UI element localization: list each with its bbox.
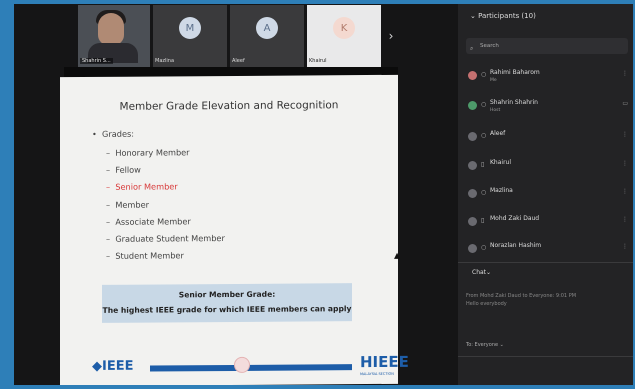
participant-row[interactable]: ○ Rahimi Baharom Me ⋮ (468, 67, 630, 87)
grade-item: – Member (106, 199, 149, 210)
status-icon: ○ (481, 189, 487, 196)
participant-name: Khairul (490, 159, 512, 166)
grade-item: – Student Member (106, 250, 184, 261)
thumbnail-khairul[interactable]: K Khairul (307, 5, 381, 67)
grade-item: – Graduate Student Member (106, 232, 225, 244)
participant-name: Shahrin Shahrin (490, 99, 538, 106)
more-icon[interactable]: ⋮ (622, 216, 628, 223)
status-icon: ○ (481, 71, 487, 78)
video-icon[interactable]: ▭ (622, 100, 628, 107)
grade-item: – Associate Member (106, 216, 191, 227)
thumbnail-name: Mazlina (155, 58, 175, 64)
person-face (98, 13, 124, 45)
thumbnail-aleef[interactable]: A Aleef (230, 5, 304, 67)
divider (458, 262, 633, 263)
grade-item: – Fellow (106, 164, 141, 176)
avatar (468, 217, 477, 226)
grades-list: • Grades: – Honorary Member – Fellow – S… (92, 128, 225, 265)
avatar: M (179, 17, 201, 39)
senior-member-callout: Senior Member Grade: The highest IEEE gr… (102, 283, 352, 323)
participant-row[interactable]: ▯ Mohd Zaki Daud ⋮ (468, 213, 630, 233)
participant-row[interactable]: ○ Mazlina ⋮ (468, 185, 630, 205)
ieee-malaysia-logo: HIEEE (360, 352, 409, 372)
ieee-malaysia-subtitle: MALAYSIA SECTION (360, 371, 394, 377)
phone-icon: ▯ (481, 161, 485, 168)
participants-title[interactable]: ⌄ Participants (10) (470, 12, 536, 20)
thumbnail-name: Shahrin S... (80, 58, 113, 64)
avatar (468, 244, 477, 253)
callout-title: Senior Member Grade: (178, 289, 276, 300)
shared-slide: Member Grade Elevation and Recognition •… (60, 74, 409, 385)
thumbnail-name: Khairul (309, 58, 327, 64)
avatar: A (256, 17, 278, 39)
more-icon[interactable]: ⋮ (622, 70, 628, 77)
chat-title[interactable]: Chat ⌄ (472, 269, 495, 276)
participant-row[interactable]: ○ Norazlan Hashim ⋮ (468, 240, 630, 260)
participants-panel: ⌄ Participants (10) ⌕ Search ○ Rahimi Ba… (458, 4, 633, 385)
footer-bar (150, 364, 352, 372)
chat-message: From Mohd Zaki Daud to Everyone: 9:01 PM… (466, 293, 577, 307)
thumbnail-mazlina[interactable]: M Mazlina (153, 5, 227, 67)
participant-row[interactable]: ○ Aleef ⋮ (468, 128, 630, 148)
chat-recipient-select[interactable]: To: Everyone ⌄ (466, 342, 626, 352)
callout-text: The highest IEEE grade for which IEEE me… (102, 304, 352, 315)
avatar (468, 132, 477, 141)
meeting-window: Shahrin S... M Mazlina A Aleef K Khairul… (14, 4, 633, 385)
chevron-right-icon[interactable]: › (384, 24, 398, 48)
search-input[interactable]: ⌕ Search (466, 38, 628, 54)
more-icon[interactable]: ⋮ (622, 131, 628, 138)
ieee-logo: ◆IEEE (92, 358, 134, 374)
participant-name: Mohd Zaki Daud (490, 215, 540, 222)
participant-name: Mazlina (490, 187, 513, 194)
avatar: K (333, 17, 355, 39)
status-icon: ○ (481, 101, 487, 108)
divider (458, 356, 633, 357)
avatar (468, 101, 477, 110)
grade-item: – Honorary Member (106, 147, 190, 158)
participant-role: Me (490, 78, 497, 83)
grade-item-highlighted: – Senior Member (106, 181, 178, 193)
participant-name: Aleef (490, 130, 506, 137)
mouse-cursor-icon: ▲ (394, 250, 401, 260)
video-thumbnail-shahrin[interactable]: Shahrin S... (78, 5, 150, 67)
more-icon[interactable]: ⋮ (622, 188, 628, 195)
participant-row[interactable]: ○ Shahrin Shahrin Host ▭ (468, 97, 630, 117)
avatar (468, 189, 477, 198)
participant-row[interactable]: ▯ Khairul ⋮ (468, 157, 630, 177)
thumbnail-strip: Shahrin S... M Mazlina A Aleef K Khairul (78, 5, 381, 67)
participant-role: Host (490, 108, 501, 113)
search-icon: ⌕ (470, 45, 474, 52)
avatar (468, 161, 477, 170)
participant-name: Rahimi Baharom (490, 69, 540, 76)
phone-icon: ▯ (481, 217, 485, 224)
avatar (468, 71, 477, 80)
thumbnail-name: Aleef (232, 58, 245, 64)
participant-name: Norazlan Hashim (490, 242, 542, 249)
grades-heading: • Grades: (92, 128, 135, 139)
slide-title: Member Grade Elevation and Recognition (119, 99, 339, 113)
status-icon: ○ (481, 244, 487, 251)
chat-input[interactable] (466, 360, 626, 374)
record-indicator[interactable] (234, 356, 250, 373)
status-icon: ○ (481, 132, 487, 139)
more-icon[interactable]: ⋮ (622, 160, 628, 167)
more-icon[interactable]: ⋮ (622, 243, 628, 250)
